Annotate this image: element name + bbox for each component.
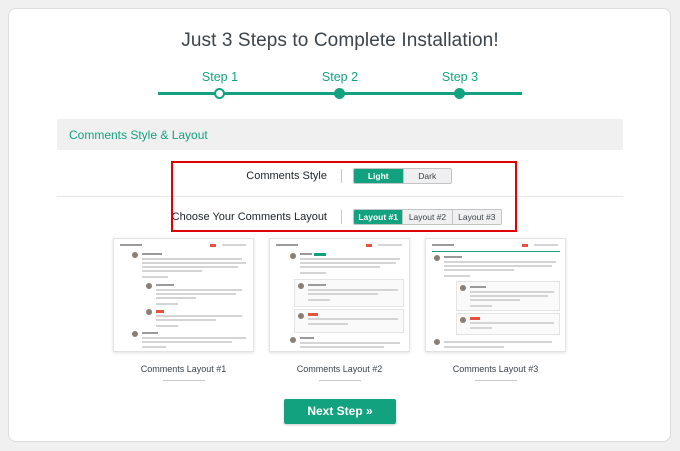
layout-2-thumbnail[interactable] <box>269 238 410 352</box>
layout-3-underline <box>475 380 517 381</box>
step-2-indicator <box>334 88 345 99</box>
step-2-label: Step 2 <box>321 70 359 84</box>
layout-1-caption: Comments Layout #1 <box>140 364 227 374</box>
layout-2-underline <box>319 380 361 381</box>
section-title: Comments Style & Layout <box>69 128 208 142</box>
step-3-indicator <box>454 88 465 99</box>
page-title: Just 3 Steps to Complete Installation! <box>181 30 499 51</box>
step-1-label: Step 1 <box>201 70 239 84</box>
layout-3-caption: Comments Layout #3 <box>452 364 539 374</box>
section-header: Comments Style & Layout <box>57 119 623 150</box>
step-3-label: Step 3 <box>441 70 479 84</box>
step-1-indicator <box>214 88 225 99</box>
next-step-button[interactable]: Next Step » <box>284 399 396 424</box>
layout-1-thumbnail[interactable] <box>113 238 254 352</box>
layout-2-caption: Comments Layout #2 <box>296 364 383 374</box>
highlight-frame <box>171 161 517 232</box>
layout-1-underline <box>163 380 205 381</box>
layout-3-thumbnail[interactable] <box>425 238 566 352</box>
